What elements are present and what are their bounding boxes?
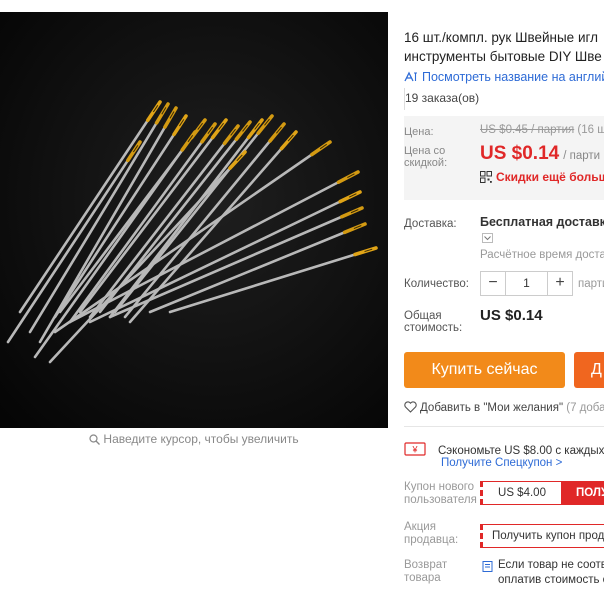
qr-code-icon — [480, 171, 492, 183]
wishlist-count: (7 доба — [566, 402, 604, 414]
shipping-time: Расчётное время доставки — [480, 249, 604, 261]
return-policy-text: Если товар не соотве оплатив стоимость с — [498, 558, 604, 588]
document-icon — [482, 561, 493, 572]
sale-price-value: US $0.14 — [480, 143, 560, 164]
shipping-method[interactable]: Бесплатная доставка в — [480, 215, 604, 229]
total-label-line1: Общая — [404, 310, 442, 322]
add-to-wishlist-link[interactable]: Добавить в "Мои желания" (7 доба — [404, 401, 604, 414]
return-text-line1: Если товар не соотве — [498, 559, 604, 571]
quantity-plus-button[interactable]: + — [548, 272, 572, 295]
seller-label-line2: продавца: — [404, 534, 459, 546]
new-user-coupon-label: Купон нового пользователя — [404, 481, 477, 507]
sale-price-unit: / парти — [563, 150, 601, 162]
savings-text: Сэкономьте US $8.00 с каждых U — [438, 445, 604, 457]
product-image[interactable] — [0, 12, 388, 428]
quantity-minus-button[interactable]: − — [481, 272, 505, 295]
chevron-down-icon — [484, 236, 491, 241]
orders-count: 19 заказа(ов) — [405, 91, 480, 105]
new-user-label-line1: Купон нового — [404, 481, 475, 493]
original-price: US $0.45 / партия (16 ш — [480, 124, 604, 136]
new-user-coupon: US $4.00 ПОЛУЧ — [480, 481, 604, 505]
quantity-label: Количество: — [404, 278, 469, 290]
quantity-input[interactable]: 1 — [505, 272, 548, 295]
product-gallery: Наведите курсор, чтобы увеличить — [0, 0, 388, 589]
sale-price-label-line2: скидкой: — [404, 157, 448, 169]
return-text-line2: оплатив стоимость с — [498, 574, 604, 586]
seller-promo-label: Акция продавца: — [404, 521, 458, 547]
total-price: US $0.14 — [480, 307, 543, 324]
quantity-stepper: − 1 + — [480, 271, 573, 296]
return-label-line1: Возврат — [404, 559, 448, 571]
coupon-amount: US $4.00 — [480, 481, 562, 505]
total-label-line2: стоимость: — [404, 322, 463, 334]
translate-title-link[interactable]: Посмотреть название на английс — [404, 70, 604, 84]
magnifier-icon — [89, 434, 101, 445]
get-coupon-button[interactable]: ПОЛУЧ — [562, 481, 604, 505]
coupon-icon: ¥ — [404, 442, 426, 456]
return-label-line2: товара — [404, 572, 441, 584]
new-user-label-line2: пользователя — [404, 494, 477, 506]
translate-icon — [404, 71, 417, 82]
seller-label-line1: Акция — [404, 521, 436, 533]
quantity-unit: парти — [578, 278, 604, 290]
sale-price-label-line1: Цена со — [404, 145, 446, 157]
total-label: Общая стоимость: — [404, 310, 462, 334]
svg-text:¥: ¥ — [411, 445, 418, 455]
extra-discount-text: Скидки ещё больше — [496, 170, 604, 184]
translate-link-text: Посмотреть название на английс — [422, 70, 604, 84]
extra-discount-link[interactable]: Скидки ещё больше — [480, 170, 604, 184]
product-info: 16 шт./компл. рук Швейные игл инструмент… — [396, 0, 604, 589]
original-price-suffix: (16 ш — [577, 124, 604, 136]
wishlist-text: Добавить в "Мои желания" — [420, 402, 564, 414]
product-title-line1: 16 шт./компл. рук Швейные игл — [404, 30, 598, 45]
buy-now-button[interactable]: Купить сейчас — [404, 352, 565, 388]
get-coupon-link[interactable]: Получите Спецкупон > — [441, 457, 562, 469]
product-title-line2: инструменты бытовые DIY Шве — [404, 49, 602, 64]
shipping-label: Доставка: — [404, 218, 457, 230]
heart-icon — [404, 401, 417, 413]
original-price-value: US $0.45 / партия — [480, 124, 575, 136]
zoom-hint-text: Наведите курсор, чтобы увеличить — [103, 432, 299, 446]
product-title: 16 шт./компл. рук Швейные игл инструмент… — [404, 28, 604, 66]
return-label: Возврат товара — [404, 559, 447, 585]
sale-price-label: Цена со скидкой: — [404, 145, 447, 169]
sale-price: US $0.14/ парти — [480, 143, 600, 165]
zoom-hint: Наведите курсор, чтобы увеличить — [0, 432, 388, 446]
shipping-dropdown[interactable] — [482, 233, 493, 243]
add-to-cart-button[interactable]: Д — [574, 352, 604, 388]
price-label: Цена: — [404, 126, 434, 138]
needles-photo — [0, 12, 388, 428]
seller-coupon-button[interactable]: Получить купон прод — [480, 524, 604, 548]
divider — [404, 426, 604, 427]
